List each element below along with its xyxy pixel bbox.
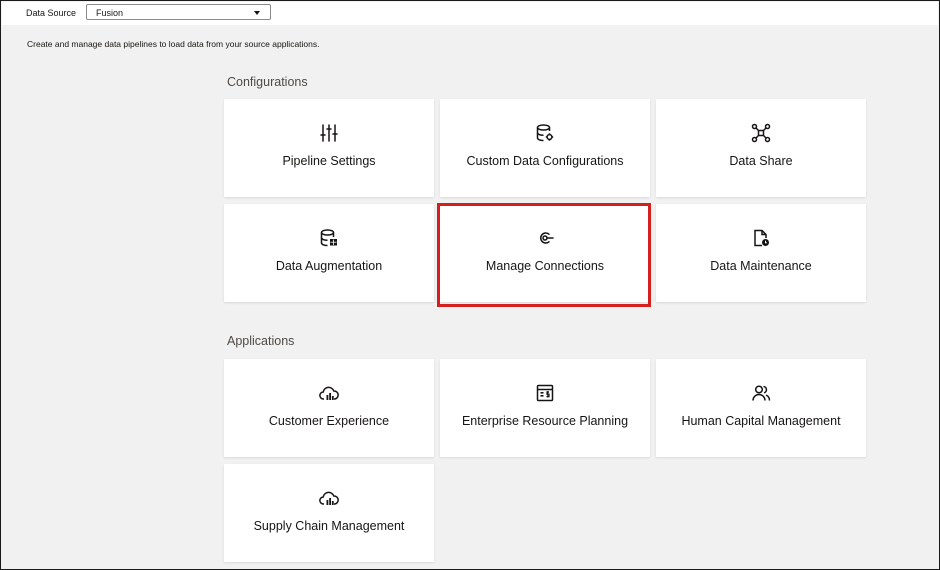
configurations-heading: Configurations: [227, 75, 308, 89]
card-label: Data Maintenance: [710, 259, 812, 273]
supply-chain-management-card[interactable]: Supply Chain Management: [224, 464, 434, 562]
pipeline-settings-card[interactable]: Pipeline Settings: [224, 99, 434, 197]
top-bar: Data Source Fusion: [2, 2, 938, 25]
customer-experience-card[interactable]: Customer Experience: [224, 359, 434, 457]
chevron-down-icon: [254, 11, 260, 15]
connection-icon: [535, 228, 555, 248]
cloud-chart-icon: [319, 383, 339, 403]
data-share-card[interactable]: Data Share: [656, 99, 866, 197]
finance-report-icon: [535, 383, 555, 403]
card-label: Pipeline Settings: [282, 154, 376, 168]
page-description: Create and manage data pipelines to load…: [27, 39, 320, 49]
sliders-icon: [319, 123, 339, 143]
applications-heading: Applications: [227, 334, 295, 348]
cloud-chart-icon: [319, 488, 339, 508]
data-source-label: Data Source: [26, 8, 77, 18]
users-icon: [751, 383, 771, 403]
card-label: Supply Chain Management: [253, 519, 405, 533]
card-label: Data Augmentation: [275, 259, 383, 273]
share-network-icon: [751, 123, 771, 143]
database-gear-icon: [535, 123, 555, 143]
data-source-select[interactable]: Fusion: [86, 4, 271, 20]
card-label: Customer Experience: [268, 414, 390, 428]
document-clock-icon: [751, 228, 771, 248]
card-label: Custom Data Configurations: [466, 154, 624, 168]
data-maintenance-card[interactable]: Data Maintenance: [656, 204, 866, 302]
card-label: Human Capital Management: [681, 414, 841, 428]
data-source-value: Fusion: [96, 8, 124, 18]
manage-connections-card[interactable]: Manage Connections: [440, 204, 650, 302]
human-capital-management-card[interactable]: Human Capital Management: [656, 359, 866, 457]
enterprise-resource-planning-card[interactable]: Enterprise Resource Planning: [440, 359, 650, 457]
card-label: Data Share: [729, 154, 793, 168]
custom-data-configurations-card[interactable]: Custom Data Configurations: [440, 99, 650, 197]
app-frame: Data Source Fusion Create and manage dat…: [0, 0, 940, 570]
database-table-icon: [319, 228, 339, 248]
data-augmentation-card[interactable]: Data Augmentation: [224, 204, 434, 302]
card-label: Enterprise Resource Planning: [461, 414, 629, 428]
card-label: Manage Connections: [485, 259, 605, 273]
